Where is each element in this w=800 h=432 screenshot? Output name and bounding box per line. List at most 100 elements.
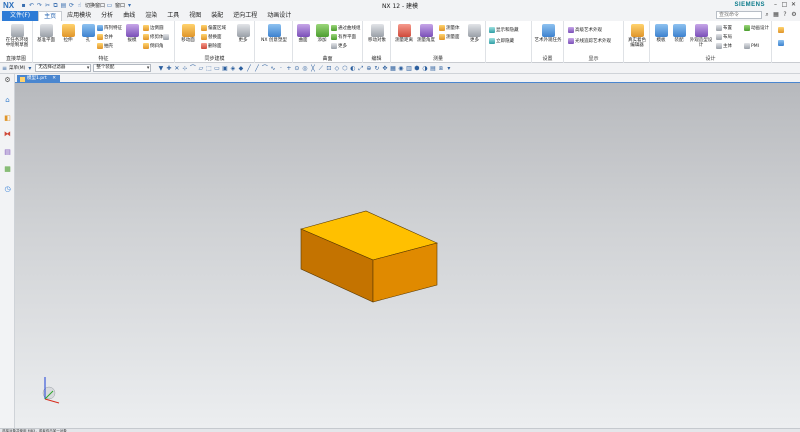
sync-more-button[interactable]: 更多 xyxy=(233,24,253,54)
layout2-button[interactable]: 布局 xyxy=(716,33,732,41)
touch-mode-icon[interactable]: ☝ xyxy=(76,2,83,9)
snap-bounded-icon[interactable]: ◐ xyxy=(349,65,356,72)
orient-view-icon[interactable]: ⬢ xyxy=(413,65,420,72)
command-search-input[interactable]: 查找命令 xyxy=(716,11,762,19)
body-button[interactable]: 主体 xyxy=(716,42,732,50)
filter-icon[interactable]: ▼ xyxy=(157,65,164,72)
replace-face-button[interactable]: 替换面 xyxy=(201,33,222,41)
chevron-down-icon[interactable]: ▾ xyxy=(126,2,133,9)
snap-intersection-icon[interactable]: ╳ xyxy=(309,65,316,72)
measure-face-button[interactable]: 测量面 xyxy=(439,33,460,41)
graphics-viewport[interactable] xyxy=(15,83,800,428)
artistic-task-button[interactable]: 艺术外观任务 xyxy=(534,24,562,54)
tab-applications[interactable]: 应用模块 xyxy=(62,11,96,21)
view-cube-icon[interactable]: ◈ xyxy=(229,65,236,72)
arc-icon[interactable]: ⌒ xyxy=(261,65,268,72)
reuse-library-icon[interactable]: ▤ xyxy=(3,148,12,157)
offset-region-button[interactable]: 偏置区域 xyxy=(201,24,226,32)
advanced-studio-button[interactable]: 高级艺术外观 xyxy=(568,26,602,34)
chevron-down-icon[interactable]: ▾ xyxy=(26,65,33,72)
minimize-button[interactable]: – xyxy=(771,1,780,9)
snap-center-icon[interactable]: ◎ xyxy=(301,65,308,72)
nx-realize-shape-button[interactable]: NX 创意塑型 xyxy=(258,24,290,54)
datum-plane-button[interactable]: 基准平面 xyxy=(35,24,57,54)
true-shading-editor-button[interactable]: 真实着色编辑器 xyxy=(626,24,648,54)
chamfer-button[interactable]: 倒斜角 xyxy=(143,42,164,50)
layer-icon[interactable]: ▤ xyxy=(429,65,436,72)
repeat-command-icon[interactable]: ⟳ xyxy=(68,2,75,9)
part-navigator-icon[interactable]: ⌂ xyxy=(3,96,12,105)
ribbon-extra2-button[interactable] xyxy=(778,39,785,47)
tab-tools[interactable]: 工具 xyxy=(162,11,184,21)
constraint-navigator-icon[interactable]: ⧓ xyxy=(3,130,12,139)
select-all-icon[interactable]: ✚ xyxy=(165,65,172,72)
cut-icon[interactable]: ✂ xyxy=(44,2,51,9)
trim-body-button[interactable]: 修剪体 xyxy=(143,33,164,41)
perspective-icon[interactable]: ▦ xyxy=(389,65,396,72)
section-icon[interactable]: ◑ xyxy=(421,65,428,72)
pmi-button[interactable]: PMI xyxy=(744,42,759,50)
sketch-in-task-button[interactable]: 在任务环境中绘制草图 xyxy=(4,24,30,54)
pan-icon[interactable]: ✥ xyxy=(381,65,388,72)
show-hide-button[interactable]: 显示和隐藏 xyxy=(489,26,519,34)
bounded-plane-button[interactable]: 有界平面 xyxy=(331,33,356,41)
pattern-feature-button[interactable]: 阵列特征 xyxy=(97,24,122,32)
tab-reverse-engineering[interactable]: 逆向工程 xyxy=(228,11,262,21)
feature-more-button[interactable] xyxy=(163,33,170,41)
assembly-button[interactable]: 装配 xyxy=(670,24,688,54)
rectangle-select-icon[interactable]: ▭ xyxy=(213,65,220,72)
tab-assembly[interactable]: 装配 xyxy=(206,11,228,21)
type-filter-select[interactable]: 无选择过滤器 xyxy=(35,64,92,72)
history-icon[interactable]: ◷ xyxy=(3,185,12,194)
palette-icon[interactable]: ▦ xyxy=(3,165,12,174)
tab-analysis[interactable]: 分析 xyxy=(96,11,118,21)
search-icon[interactable]: ⌕ xyxy=(763,11,771,19)
measure-body-button[interactable]: 测量体 xyxy=(439,24,460,32)
tab-render[interactable]: 渲染 xyxy=(140,11,162,21)
rotate-icon[interactable]: ↻ xyxy=(373,65,380,72)
measure-angle-button[interactable]: 测量角度 xyxy=(415,24,437,54)
ribbon-extra-button[interactable] xyxy=(778,26,785,34)
close-icon[interactable]: ✕ xyxy=(52,76,56,81)
ribbon-options-icon[interactable]: ▦ xyxy=(772,11,780,19)
add-button[interactable]: 添加 xyxy=(313,24,331,54)
shaded-icon[interactable]: ◆ xyxy=(237,65,244,72)
tab-animation-design[interactable]: 动画设计 xyxy=(262,11,296,21)
window-menu-button[interactable]: 窗口 xyxy=(115,2,125,9)
edge-blend-button[interactable]: 边倒圆 xyxy=(143,24,164,32)
view-triad[interactable] xyxy=(37,373,67,409)
hole-button[interactable]: 孔 xyxy=(77,24,99,54)
help-icon[interactable]: ? xyxy=(781,11,789,19)
template-button[interactable]: 模板 xyxy=(652,24,670,54)
selection-scope-select[interactable]: 整个装配 xyxy=(93,64,152,72)
curve-rule-icon[interactable]: ⌒ xyxy=(189,65,196,72)
styling-design-button[interactable]: 外观造型设计 xyxy=(688,24,714,54)
redo-icon[interactable]: ↷ xyxy=(36,2,43,9)
edge-icon[interactable]: ╱ xyxy=(245,65,252,72)
snap-quadrant-icon[interactable]: ⟋ xyxy=(317,65,324,72)
snap-existing-icon[interactable]: ⊡ xyxy=(325,65,332,72)
surface-more-button[interactable]: 更多 xyxy=(331,42,347,50)
spline-icon[interactable]: ∿ xyxy=(269,65,276,72)
ray-trace-button[interactable]: 光线追踪艺术外观 xyxy=(568,37,611,45)
work-view-icon[interactable]: ⧈ xyxy=(437,65,444,72)
lasso-icon[interactable]: ⬚ xyxy=(205,65,212,72)
toolbar-options-icon[interactable]: ▾ xyxy=(445,65,452,72)
deselect-icon[interactable]: ✕ xyxy=(173,65,180,72)
immediate-hide-button[interactable]: 立即隐藏 xyxy=(489,37,514,45)
layout-button[interactable]: 布置 xyxy=(716,24,732,32)
fit-icon[interactable]: ⤢ xyxy=(357,65,364,72)
snap-end-icon[interactable]: + xyxy=(285,65,292,72)
background-icon[interactable]: ▥ xyxy=(405,65,412,72)
face-rule-icon[interactable]: ▱ xyxy=(197,65,204,72)
delete-face-button[interactable]: 删除面 xyxy=(201,42,222,50)
undo-icon[interactable]: ↶ xyxy=(28,2,35,9)
settings-icon[interactable]: ⚙ xyxy=(790,11,798,19)
tab-curve[interactable]: 曲线 xyxy=(118,11,140,21)
render-style-icon[interactable]: ◉ xyxy=(397,65,404,72)
paste-icon[interactable]: ▤ xyxy=(60,2,67,9)
unite-button[interactable]: 合并 xyxy=(97,33,113,41)
switch-window-button[interactable]: 切换窗口 xyxy=(85,2,105,9)
copy-icon[interactable]: ⧉ xyxy=(52,2,59,9)
tab-view[interactable]: 视图 xyxy=(184,11,206,21)
